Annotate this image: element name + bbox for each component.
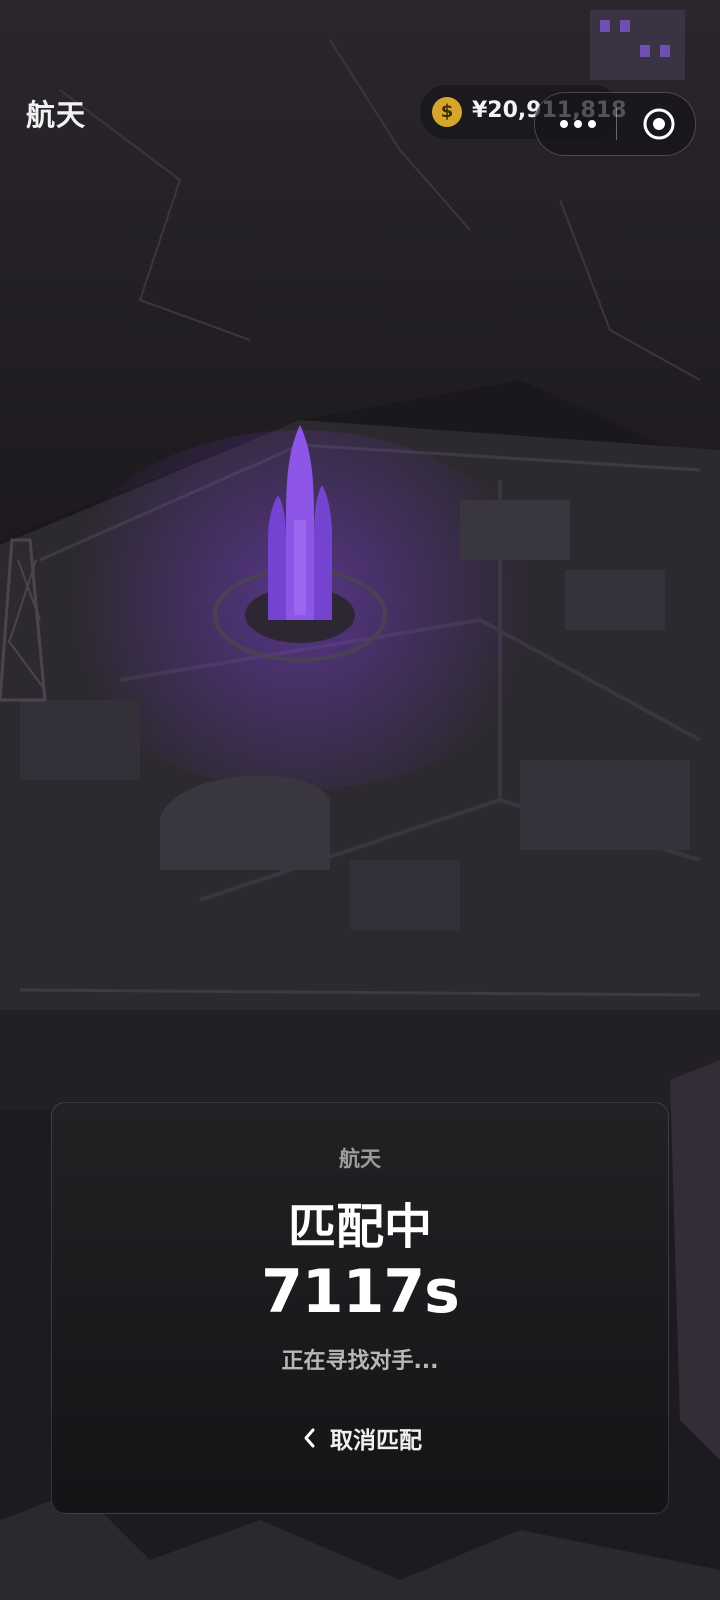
dollar-coin-icon: $ bbox=[432, 97, 462, 127]
matching-panel: 航天 匹配中 7117s 正在寻找对手... 取消匹配 bbox=[51, 1102, 669, 1514]
page-title: 航天 bbox=[26, 98, 87, 132]
miniprogram-capsule bbox=[534, 92, 696, 156]
matching-timer: 7117s bbox=[261, 1257, 460, 1327]
game-mode-label: 航天 bbox=[339, 1147, 381, 1171]
cancel-matching-label: 取消匹配 bbox=[330, 1428, 422, 1454]
matching-status: 匹配中 bbox=[287, 1199, 432, 1255]
target-circle-icon[interactable] bbox=[641, 106, 677, 142]
chevron-left-icon bbox=[304, 1428, 315, 1448]
cancel-matching-button[interactable]: 取消匹配 bbox=[282, 1413, 442, 1463]
matching-subtitle: 正在寻找对手... bbox=[281, 1349, 439, 1374]
capsule-divider bbox=[616, 108, 617, 140]
more-dots-icon[interactable] bbox=[553, 109, 603, 139]
